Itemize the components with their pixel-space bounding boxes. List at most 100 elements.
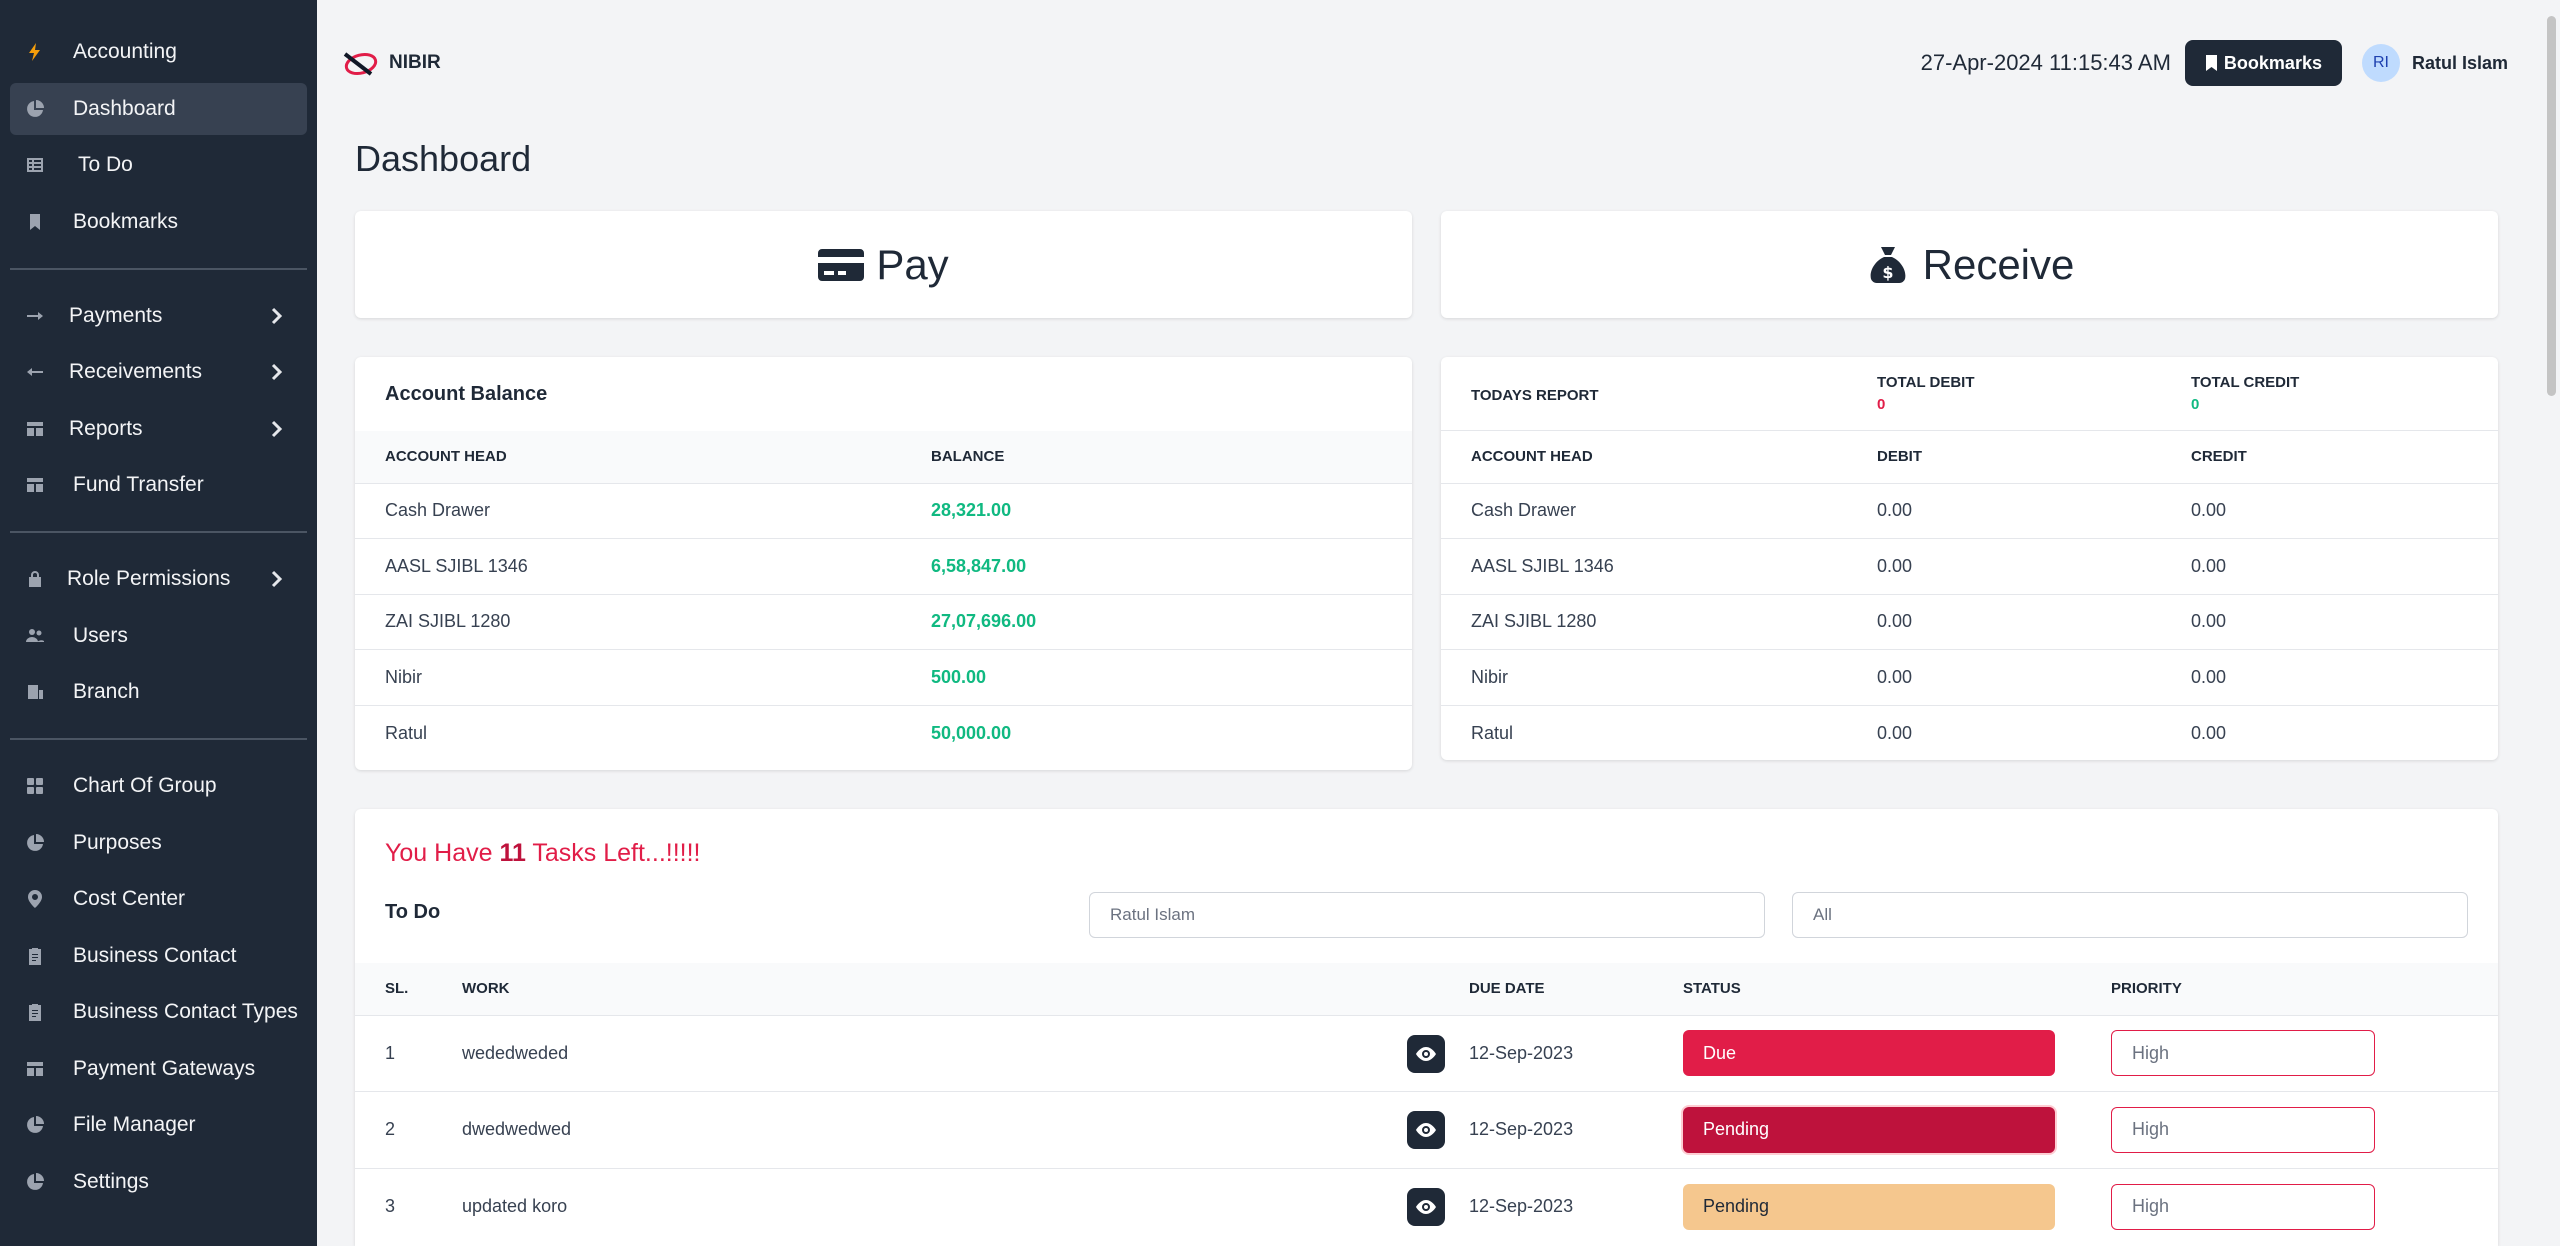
work-cell: dwedwedwed bbox=[462, 1091, 1469, 1169]
table-row: Cash Drawer 0.00 0.00 bbox=[1441, 483, 2498, 539]
work-text: wededweded bbox=[462, 1042, 569, 1063]
account-balance-card: Account Balance ACCOUNT HEAD BALANCE Cas… bbox=[355, 357, 1412, 770]
sidebar-item-bookmarks[interactable]: Bookmarks bbox=[10, 196, 307, 248]
debit-cell: 0.00 bbox=[1877, 649, 2191, 706]
account-balance-title: Account Balance bbox=[385, 382, 548, 405]
view-task-button[interactable] bbox=[1407, 1111, 1445, 1149]
clipboard-icon bbox=[24, 1001, 46, 1023]
sidebar-item-accounting[interactable]: Accounting bbox=[10, 26, 307, 78]
sidebar-item-branch[interactable]: Branch bbox=[10, 666, 307, 718]
user-name[interactable]: Ratul Islam bbox=[2412, 53, 2508, 74]
debit-cell: 0.00 bbox=[1877, 483, 2191, 539]
sidebar-item-label: Bookmarks bbox=[73, 209, 179, 233]
view-task-button[interactable] bbox=[1407, 1034, 1445, 1073]
sidebar-item-purposes[interactable]: Purposes bbox=[10, 817, 307, 869]
todays-report-title: TODAYS REPORT bbox=[1471, 387, 1599, 404]
arrow-right-icon bbox=[24, 305, 46, 327]
table-row: 3 updated koro 12-Sep-2023 Pending High bbox=[355, 1168, 2498, 1245]
chevron-right-icon bbox=[265, 305, 287, 327]
sidebar-item-label: Dashboard bbox=[73, 96, 176, 120]
sidebar-item-business-contact-types[interactable]: Business Contact Types bbox=[10, 986, 307, 1038]
eye-icon bbox=[1416, 1123, 1436, 1137]
brand-name: NIBIR bbox=[389, 52, 441, 73]
avatar[interactable]: RI bbox=[2361, 44, 2400, 82]
table-row: ZAI SJIBL 1280 27,07,696.00 bbox=[355, 594, 1412, 650]
col-account-head: ACCOUNT HEAD bbox=[1441, 431, 1877, 484]
sidebar-item-cost-center[interactable]: Cost Center bbox=[10, 873, 307, 925]
user-filter-select[interactable]: Ratul Islam bbox=[1089, 892, 1765, 938]
table-icon bbox=[24, 154, 46, 176]
sidebar-item-payments[interactable]: Payments bbox=[10, 290, 307, 342]
sidebar-item-users[interactable]: Users bbox=[10, 610, 307, 662]
sidebar-item-label: Role Permissions bbox=[67, 567, 231, 590]
table-row: Ratul 0.00 0.00 bbox=[1441, 705, 2498, 760]
priority-cell: High bbox=[2111, 1091, 2498, 1169]
account-head-cell: Nibir bbox=[355, 649, 931, 706]
sidebar-item-role-permissions[interactable]: Role Permissions bbox=[10, 553, 307, 605]
col-credit: CREDIT bbox=[2191, 431, 2498, 484]
priority-select[interactable]: High bbox=[2111, 1183, 2375, 1230]
pie-chart-icon bbox=[24, 1171, 46, 1193]
eye-icon bbox=[1416, 1199, 1436, 1214]
col-sl: SL. bbox=[355, 963, 462, 1016]
sidebar-item-chart-of-group[interactable]: Chart Of Group bbox=[10, 760, 307, 812]
eye-icon bbox=[1416, 1046, 1436, 1061]
bookmark-icon bbox=[2205, 55, 2217, 71]
table-row: ZAI SJIBL 1280 0.00 0.00 bbox=[1441, 594, 2498, 650]
sidebar-item-label: Business Contact Types bbox=[73, 1000, 298, 1023]
todays-report-table: ACCOUNT HEAD DEBIT CREDIT Cash Drawer 0.0… bbox=[1441, 431, 2498, 760]
table-row: 1 wededweded 12-Sep-2023 Due High bbox=[355, 1015, 2498, 1092]
work-text: updated koro bbox=[462, 1196, 568, 1216]
sidebar-item-file-manager[interactable]: File Manager bbox=[10, 1099, 307, 1151]
receive-card[interactable]: $ Receive bbox=[1441, 211, 2498, 318]
debit-cell: 0.00 bbox=[1877, 594, 2191, 650]
priority-select[interactable]: High bbox=[2111, 1106, 2375, 1153]
total-debit-value: 0 bbox=[1877, 396, 1886, 413]
sidebar-item-label: Accounting bbox=[73, 40, 177, 63]
tasks-left-suffix: Tasks Left...!!!!! bbox=[525, 839, 701, 867]
bookmarks-button-label: Bookmarks bbox=[2223, 52, 2322, 73]
balance-cell: 6,58,847.00 bbox=[931, 538, 1412, 595]
sidebar-item-label: To Do bbox=[78, 153, 133, 176]
sidebar-item-label: Settings bbox=[73, 1169, 149, 1193]
sidebar-item-label: Chart Of Group bbox=[73, 774, 217, 797]
sidebar-item-settings[interactable]: Settings bbox=[10, 1156, 307, 1208]
page-scrollbar[interactable] bbox=[2542, 0, 2560, 1246]
view-task-button[interactable] bbox=[1407, 1187, 1445, 1226]
scrollbar-thumb[interactable] bbox=[2547, 16, 2556, 396]
sidebar-item-reports[interactable]: Reports bbox=[10, 403, 307, 455]
debit-cell: 0.00 bbox=[1877, 722, 1913, 743]
sidebar-item-payment-gateways[interactable]: Payment Gateways bbox=[10, 1043, 307, 1095]
sidebar-item-business-contact[interactable]: Business Contact bbox=[10, 930, 307, 982]
todo-label: To Do bbox=[385, 901, 441, 923]
page-title: Dashboard bbox=[355, 138, 532, 179]
col-account-head: ACCOUNT HEAD bbox=[355, 431, 931, 484]
priority-select[interactable]: High bbox=[2111, 1030, 2375, 1077]
status-select[interactable]: Pending bbox=[1683, 1183, 2055, 1230]
balance-cell: 500.00 bbox=[931, 649, 1412, 706]
balance-cell: 50,000.00 bbox=[931, 722, 1012, 743]
status-select[interactable]: Pending bbox=[1683, 1106, 2055, 1153]
due-date-cell: 12-Sep-2023 bbox=[1469, 1091, 1683, 1169]
pay-label: Pay bbox=[876, 240, 949, 288]
sidebar-item-dashboard[interactable]: Dashboard bbox=[10, 82, 307, 135]
sidebar-item-label: Cost Center bbox=[73, 887, 186, 910]
sidebar-divider bbox=[10, 267, 307, 270]
current-datetime: 27-Apr-2024 11:15:43 AM bbox=[1920, 50, 2171, 75]
sl-cell: 3 bbox=[385, 1196, 396, 1216]
sidebar-item-fund-transfer[interactable]: Fund Transfer bbox=[10, 459, 307, 511]
brand[interactable]: NIBIR bbox=[341, 48, 441, 78]
pie-chart-icon bbox=[24, 98, 46, 120]
col-priority: PRIORITY bbox=[2111, 963, 2498, 1016]
status-select[interactable]: Due bbox=[1683, 1030, 2055, 1077]
bookmarks-button[interactable]: Bookmarks bbox=[2184, 40, 2342, 86]
building-icon bbox=[24, 681, 46, 703]
sidebar-item-todo[interactable]: To Do bbox=[10, 139, 307, 191]
tasks-table: SL. WORK DUE DATE STATUS PRIORITY 1 wede… bbox=[355, 963, 2498, 1245]
sidebar-item-label: Purposes bbox=[73, 830, 162, 854]
tasks-left-count: 11 bbox=[499, 839, 526, 867]
status-filter-select[interactable]: All bbox=[1792, 892, 2468, 938]
sidebar-item-receivements[interactable]: Receivements bbox=[10, 346, 307, 398]
users-icon bbox=[24, 625, 46, 647]
pay-card[interactable]: Pay bbox=[355, 211, 1412, 318]
